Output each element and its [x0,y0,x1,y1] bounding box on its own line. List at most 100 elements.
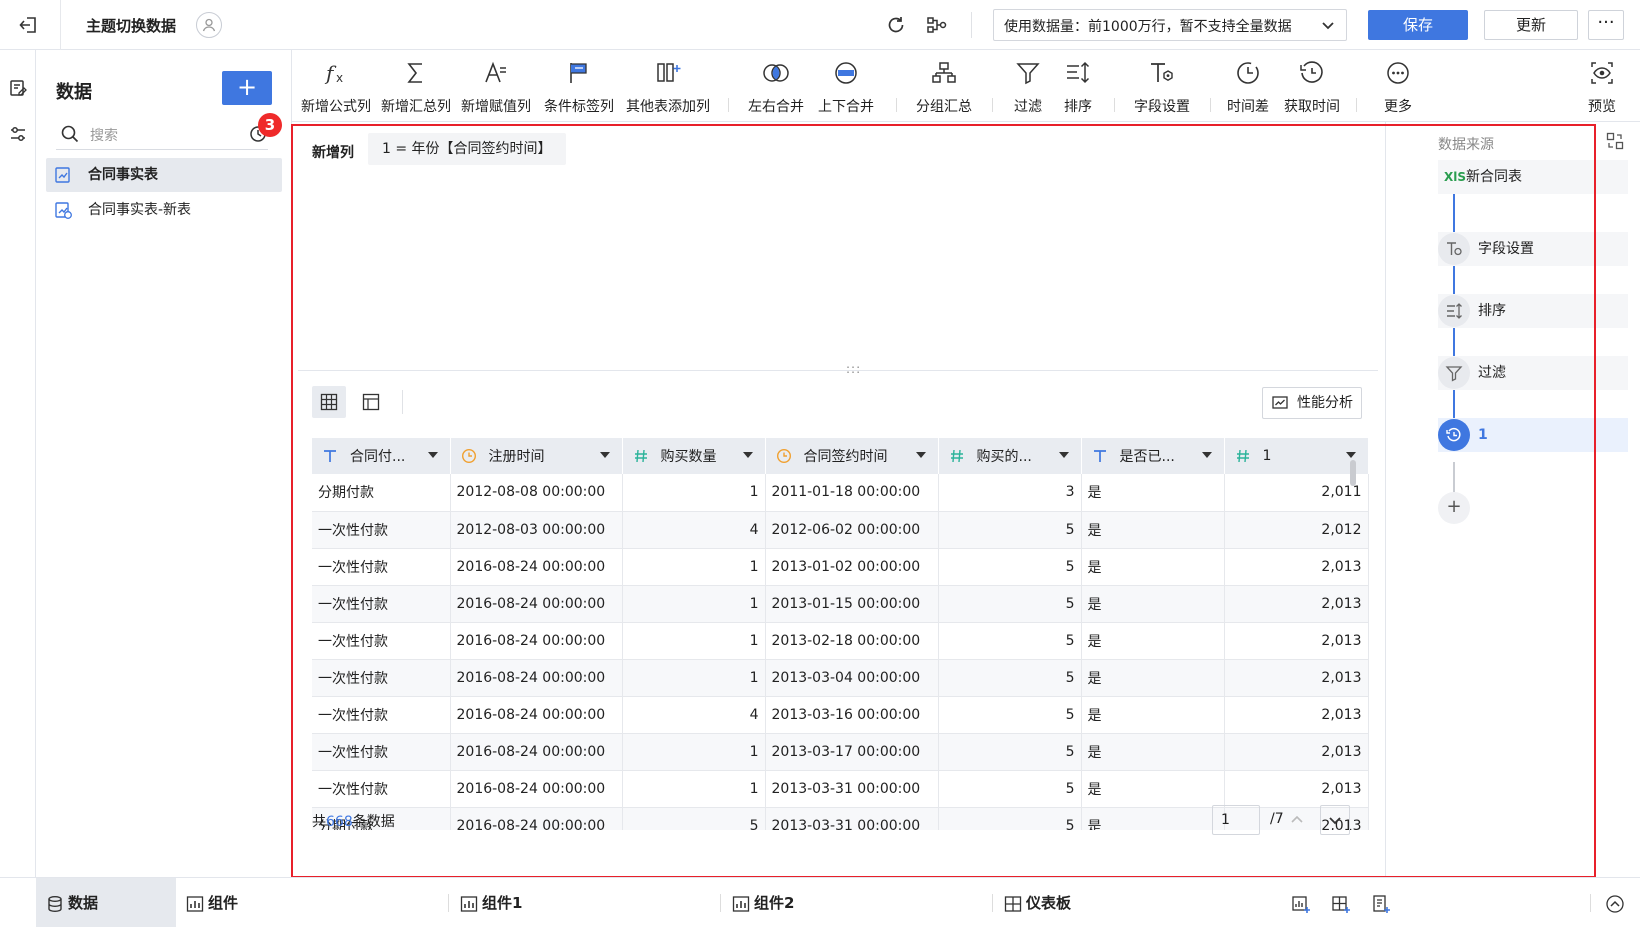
table-cell[interactable]: 2013-01-15 00:00:00 [765,585,939,623]
table-cell[interactable]: 是 [1081,474,1225,512]
add-dashboard-icon[interactable] [1330,893,1352,915]
user-icon[interactable] [196,12,222,38]
tool-time-diff[interactable]: 时间差 [1222,58,1274,116]
column-dropdown-icon[interactable] [915,452,926,458]
table-cell[interactable]: 2013-03-31 00:00:00 [765,807,939,830]
table-cell[interactable]: 2016-08-24 00:00:00 [450,659,623,697]
table-cell[interactable]: 2012-08-03 00:00:00 [450,511,623,549]
table-cell[interactable]: 5 [622,807,766,830]
formula-expression[interactable]: 1 = 年份【合同签约时间】 [368,133,566,165]
table-cell[interactable]: 2,011 [1224,474,1369,512]
table-item-contract-fact-new[interactable]: 合同事实表-新表 [46,193,282,227]
tool-filter[interactable]: 过滤 [1004,58,1052,116]
more-menu-button[interactable]: ··· [1588,10,1624,40]
search-input[interactable]: 搜索 [56,118,268,150]
table-cell[interactable]: 2,012 [1224,511,1369,549]
tool-add-summary-column[interactable]: 新增汇总列 [380,58,452,116]
grid-view-icon[interactable] [312,386,346,418]
table-cell[interactable]: 2,013 [1224,548,1369,586]
tool-preview[interactable]: 预览 [1578,58,1626,116]
table-cell[interactable]: 2,013 [1224,659,1369,697]
tab-dashboard[interactable]: 仪表板 [994,878,1071,927]
tool-sort[interactable]: 排序 [1054,58,1102,116]
table-cell[interactable]: 2016-08-24 00:00:00 [450,696,623,734]
settings-sliders-icon[interactable] [6,122,30,146]
table-cell[interactable]: 一次性付款 [312,622,451,660]
table-cell[interactable]: 2012-06-02 00:00:00 [765,511,939,549]
table-cell[interactable]: 5 [938,659,1082,697]
table-cell[interactable]: 2012-08-08 00:00:00 [450,474,623,512]
flow-step-filter[interactable]: 过滤 [1438,356,1628,390]
table-cell[interactable]: 是 [1081,548,1225,586]
tool-group-summary[interactable]: 分组汇总 [910,58,978,116]
update-button[interactable]: 更新 [1484,10,1578,40]
refresh-icon[interactable] [884,13,908,37]
table-cell[interactable]: 3 [938,474,1082,512]
lineage-icon[interactable] [925,13,949,37]
table-cell[interactable]: 2,013 [1224,585,1369,623]
tool-get-time[interactable]: 获取时间 [1280,58,1344,116]
table-cell[interactable]: 2,013 [1224,622,1369,660]
flow-step-sort[interactable]: 排序 [1438,294,1628,328]
table-cell[interactable]: 2016-08-24 00:00:00 [450,733,623,771]
column-dropdown-icon[interactable] [599,452,610,458]
table-cell[interactable]: 是 [1081,770,1225,808]
table-cell[interactable]: 一次性付款 [312,548,451,586]
tool-add-column-from-other-table[interactable]: 其他表添加列 [624,58,712,116]
column-dropdown-icon[interactable] [742,452,753,458]
table-cell[interactable]: 1 [622,770,766,808]
table-cell[interactable]: 2,013 [1224,696,1369,734]
tab-component-1[interactable]: 组件1 [450,878,522,927]
add-table-button[interactable]: + [222,71,272,105]
table-cell[interactable]: 是 [1081,659,1225,697]
tool-add-assign-column[interactable]: 新增赋值列 [460,58,532,116]
layout-view-icon[interactable] [354,386,388,418]
resize-handle[interactable]: ::: [846,362,861,376]
switch-layout-icon[interactable] [1606,132,1624,150]
table-cell[interactable]: 2,013 [1224,733,1369,771]
column-header[interactable]: 是否已... [1081,438,1225,474]
table-cell[interactable]: 2013-01-02 00:00:00 [765,548,939,586]
table-cell[interactable]: 一次性付款 [312,585,451,623]
tool-field-settings[interactable]: 字段设置 [1126,58,1198,116]
table-cell[interactable]: 2013-03-04 00:00:00 [765,659,939,697]
add-report-icon[interactable] [1370,893,1392,915]
column-header[interactable]: 购买数量 [622,438,766,474]
table-cell[interactable]: 是 [1081,733,1225,771]
column-header[interactable]: 注册时间 [450,438,623,474]
table-cell[interactable]: 5 [938,585,1082,623]
table-cell[interactable]: 是 [1081,807,1225,830]
table-cell[interactable]: 2013-03-17 00:00:00 [765,733,939,771]
flow-source-node[interactable]: XlS 新合同表 [1438,160,1628,194]
table-cell[interactable]: 一次性付款 [312,659,451,697]
table-scrollbar[interactable] [1350,460,1356,486]
column-header[interactable]: 合同付... [312,438,451,474]
page-prev-icon[interactable] [1282,805,1312,835]
table-cell[interactable]: 是 [1081,585,1225,623]
table-cell[interactable]: 1 [622,733,766,771]
column-dropdown-icon[interactable] [1345,452,1356,458]
table-cell[interactable]: 5 [938,696,1082,734]
table-cell[interactable]: 2013-03-31 00:00:00 [765,770,939,808]
tool-more[interactable]: 更多 [1372,58,1424,116]
table-cell[interactable]: 1 [622,659,766,697]
table-cell[interactable]: 1 [622,622,766,660]
exit-icon[interactable] [16,13,42,37]
table-cell[interactable]: 是 [1081,696,1225,734]
data-scope-select[interactable]: 使用数据量：前1000万行，暂不支持全量数据 [993,9,1347,41]
column-dropdown-icon[interactable] [427,452,438,458]
table-cell[interactable]: 1 [622,474,766,512]
flow-step-new-column[interactable]: 1 [1438,418,1628,452]
table-cell[interactable]: 一次性付款 [312,511,451,549]
table-cell[interactable]: 2013-03-16 00:00:00 [765,696,939,734]
column-dropdown-icon[interactable] [1058,452,1069,458]
table-cell[interactable]: 2016-08-24 00:00:00 [450,770,623,808]
column-header[interactable]: 1 [1224,438,1369,474]
tool-union-top-bottom[interactable]: 上下合并 [814,58,878,116]
table-cell[interactable]: 分期付款 [312,474,451,512]
tool-add-formula-column[interactable]: fx 新增公式列 [300,58,372,116]
table-cell[interactable]: 2,013 [1224,770,1369,808]
table-cell[interactable]: 5 [938,770,1082,808]
column-dropdown-icon[interactable] [1201,452,1212,458]
tab-data[interactable]: 数据 [36,878,176,927]
